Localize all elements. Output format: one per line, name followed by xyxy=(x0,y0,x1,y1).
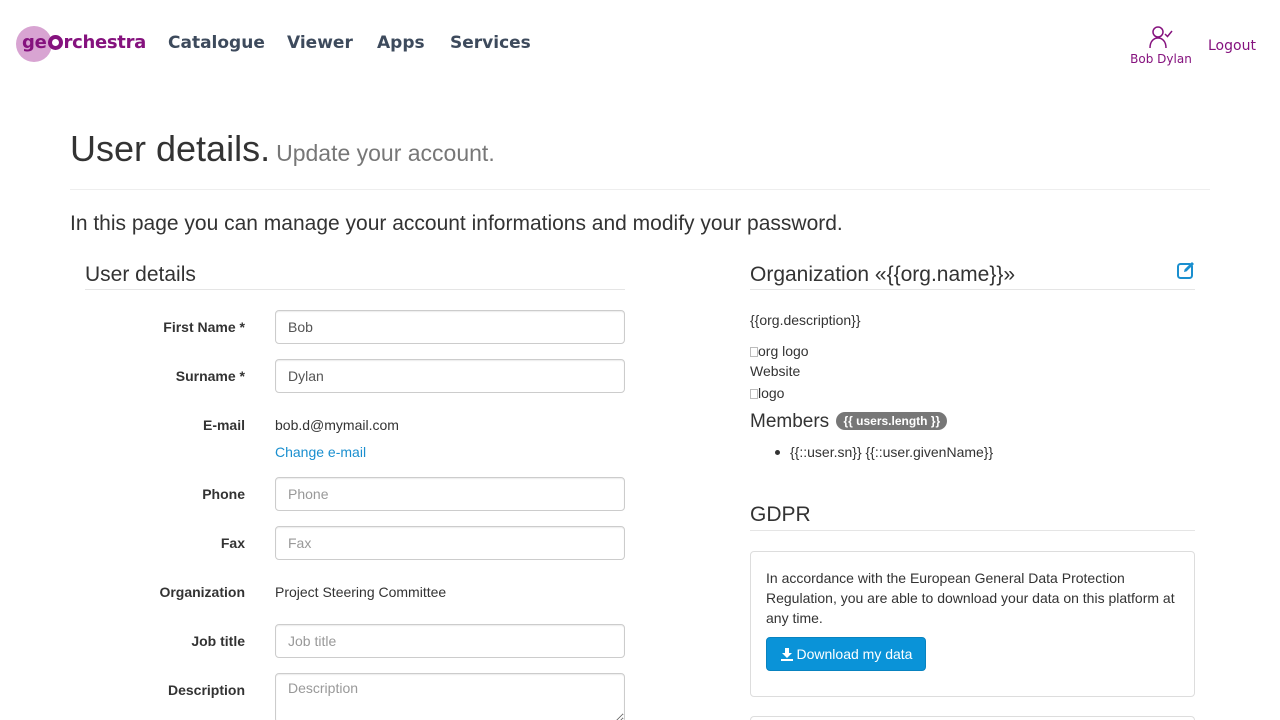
page-title: User details. Update your account. xyxy=(70,128,495,170)
nav-catalogue[interactable]: Catalogue xyxy=(168,33,265,53)
organization-heading: Organization «{{org.name}}» xyxy=(750,263,1016,286)
surname-label: Surname * xyxy=(175,368,245,384)
edit-icon[interactable] xyxy=(1176,260,1196,280)
gdpr-divider xyxy=(750,530,1195,531)
top-navbar: ge rchestra Catalogue Viewer Apps Service… xyxy=(0,0,1280,90)
organization-value: Project Steering Committee xyxy=(275,584,447,600)
logout-link[interactable]: Logout xyxy=(1208,38,1256,54)
georchestra-logo[interactable]: ge rchestra xyxy=(16,26,146,66)
org-description: {{org.description}} xyxy=(750,312,861,328)
description-label: Description xyxy=(167,682,245,698)
org-website-link[interactable]: Website xyxy=(750,363,800,379)
email-value: bob.d@mymail.com xyxy=(275,417,399,433)
gdpr-panel: In accordance with the European General … xyxy=(750,551,1195,697)
nav-viewer[interactable]: Viewer xyxy=(287,33,353,53)
org-logo-alt: org logo xyxy=(758,343,809,359)
description-textarea[interactable] xyxy=(275,673,625,720)
page-lead: In this page you can manage your account… xyxy=(70,212,843,235)
job-title-input[interactable] xyxy=(275,624,625,658)
gdpr-text: In accordance with the European General … xyxy=(766,570,1175,626)
user-details-divider xyxy=(85,289,625,290)
org-logo-image: logo xyxy=(750,385,784,401)
surname-input[interactable] xyxy=(275,359,625,393)
member-item: {{::user.sn}} {{::user.givenName}} xyxy=(790,444,994,460)
members-heading: Members {{ users.length }} xyxy=(750,411,948,433)
download-icon xyxy=(780,648,793,661)
nav-services[interactable]: Services xyxy=(450,33,531,53)
phone-input[interactable] xyxy=(275,477,625,511)
user-name: Bob Dylan xyxy=(1130,52,1192,66)
broken-image-icon xyxy=(750,347,758,357)
page-subtitle: Update your account. xyxy=(276,140,495,166)
gdpr-heading: GDPR xyxy=(750,503,811,526)
user-account[interactable]: Bob Dylan xyxy=(1124,22,1198,70)
fax-input[interactable] xyxy=(275,526,625,560)
first-name-input[interactable] xyxy=(275,310,625,344)
list-bullet xyxy=(775,450,780,455)
organization-label: Organization xyxy=(159,584,245,600)
members-label: Members xyxy=(750,411,830,432)
next-panel xyxy=(750,716,1195,720)
download-button-label: Download my data xyxy=(796,646,913,662)
job-title-label: Job title xyxy=(191,633,245,649)
organization-divider xyxy=(750,289,1195,290)
fax-label: Fax xyxy=(220,535,245,551)
nav-apps[interactable]: Apps xyxy=(377,33,425,53)
phone-label: Phone xyxy=(202,486,245,502)
page-title-main: User details. xyxy=(70,128,271,169)
email-label: E-mail xyxy=(202,417,245,433)
user-details-heading: User details xyxy=(85,263,196,286)
user-check-icon xyxy=(1149,26,1173,49)
logo-text: ge rchestra xyxy=(22,32,147,53)
broken-image-icon xyxy=(750,389,758,399)
logo-alt: logo xyxy=(758,385,785,401)
org-logo-link[interactable]: org logo xyxy=(750,343,809,359)
first-name-label: First Name * xyxy=(163,319,245,335)
download-data-button[interactable]: Download my data xyxy=(766,637,926,671)
members-list: {{::user.sn}} {{::user.givenName}} xyxy=(775,444,994,460)
title-divider xyxy=(70,189,1210,190)
members-count-badge: {{ users.length }} xyxy=(836,412,948,430)
change-email-link[interactable]: Change e-mail xyxy=(275,444,366,460)
